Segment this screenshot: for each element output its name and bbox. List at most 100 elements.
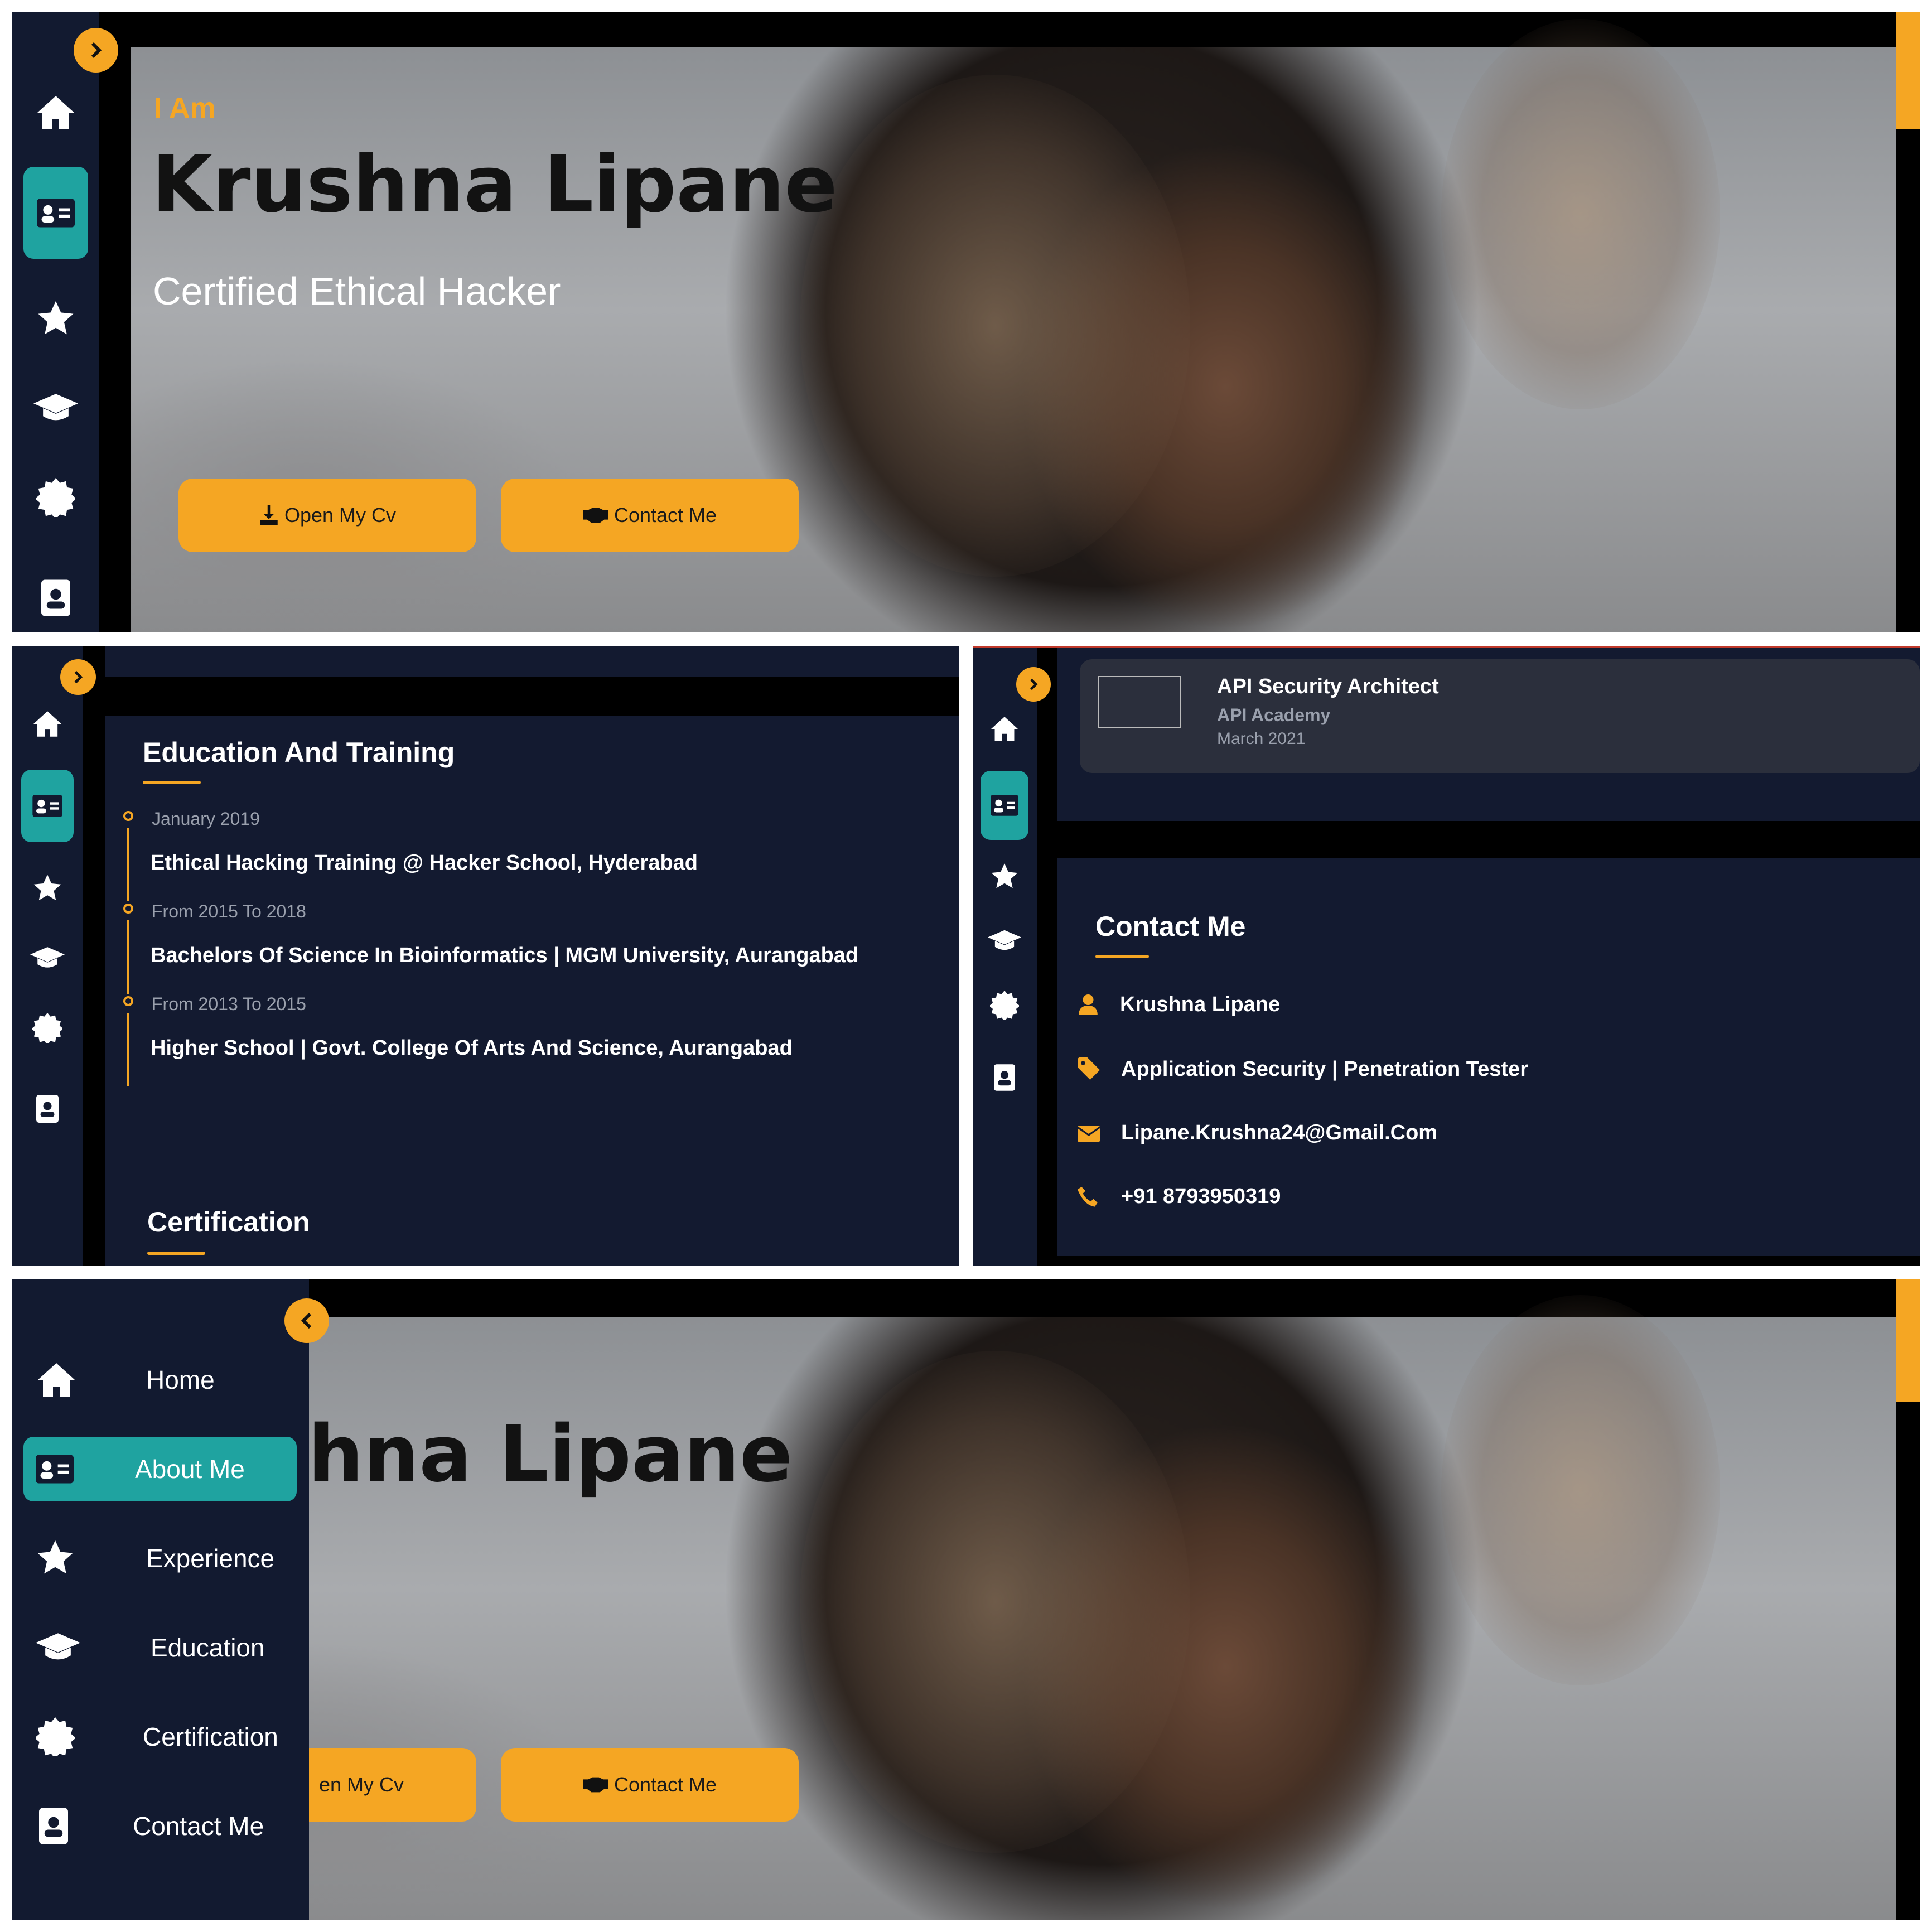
sidebar-item-about[interactable]: [21, 770, 74, 842]
contact-me-button[interactable]: Contact Me: [501, 479, 799, 552]
sidebar-item-experience[interactable]: [23, 291, 88, 347]
user-icon: [1079, 994, 1098, 1015]
sidebar-item-label: Certification: [143, 1722, 278, 1751]
contact-phone[interactable]: +91 8793950319: [1121, 1185, 1281, 1209]
graduation-cap-icon: [36, 1633, 80, 1660]
sidebar-item-certification[interactable]: Certification: [23, 1709, 297, 1765]
title-underline: [147, 1252, 205, 1255]
sidebar-collapsed: [12, 646, 83, 1266]
sidebar-item-contact[interactable]: [21, 1086, 74, 1131]
sidebar-item-experience[interactable]: [21, 866, 74, 911]
id-card-icon: [37, 199, 75, 227]
chevron-right-icon: [74, 670, 83, 684]
timeline-title: Higher School | Govt. College Of Arts An…: [151, 1036, 793, 1060]
contact-name: Krushna Lipane: [1120, 993, 1281, 1016]
id-card-icon: [36, 1455, 74, 1484]
sidebar-collapsed: [973, 648, 1037, 1266]
certification-section: API Security Architect API Academy March…: [1057, 648, 1920, 821]
section-title: Contact Me: [1095, 911, 1246, 942]
section-strip: [105, 646, 959, 677]
sidebar-item-label: Home: [146, 1365, 215, 1394]
certification-issuer: API Academy: [1217, 705, 1331, 725]
sidebar-item-label: About Me: [135, 1455, 245, 1484]
sidebar-item-experience[interactable]: Experience: [23, 1530, 297, 1586]
sidebar-item-home[interactable]: [21, 702, 74, 746]
open-cv-button[interactable]: Open My Cv: [178, 479, 476, 552]
title-underline: [143, 781, 201, 784]
sidebar-item-home[interactable]: Home: [23, 1352, 297, 1408]
id-card-icon: [32, 795, 62, 817]
education-panel: Education And Training January 2019 Ethi…: [12, 646, 959, 1266]
sidebar-item-education[interactable]: [23, 380, 88, 436]
timeline-line: [127, 920, 129, 994]
hero-subtitle: Certified Ethical Hacker: [153, 269, 561, 313]
handshake-icon: [582, 1777, 608, 1793]
sidebar-item-contact[interactable]: Contact Me: [23, 1798, 297, 1854]
hero-name-partial: hna Lipane: [308, 1409, 793, 1500]
sidebar-item-about[interactable]: [981, 771, 1028, 840]
home-icon: [33, 711, 61, 737]
hero-intro: I Am: [154, 92, 216, 124]
contact-role: Application Security | Penetration Teste…: [1121, 1057, 1528, 1081]
sidebar-item-education[interactable]: [981, 919, 1028, 963]
timeline-date: January 2019: [152, 809, 260, 829]
sidebar-expanded: Home About Me Experience Education Certi…: [12, 1279, 309, 1920]
scrollbar-thumb[interactable]: [1896, 1279, 1920, 1402]
certification-card[interactable]: API Security Architect API Academy March…: [1080, 659, 1920, 773]
sidebar-toggle-button[interactable]: [1016, 667, 1051, 702]
graduation-cap-icon: [33, 394, 78, 421]
contact-book-icon: [36, 1095, 59, 1123]
timeline-date: From 2013 To 2015: [152, 994, 306, 1014]
id-card-icon: [991, 795, 1018, 816]
contact-book-icon: [994, 1064, 1015, 1091]
sidebar-item-contact[interactable]: [981, 1055, 1028, 1100]
star-icon: [38, 301, 74, 335]
sidebar-item-certification[interactable]: [23, 470, 88, 525]
certificate-icon: [990, 991, 1019, 1020]
sidebar-item-about[interactable]: About Me: [23, 1437, 297, 1501]
certificate-icon: [36, 478, 75, 517]
download-icon: [260, 505, 278, 525]
sidebar-item-certification[interactable]: [21, 1006, 74, 1050]
sidebar-item-label: Experience: [146, 1544, 275, 1573]
scrollbar-thumb[interactable]: [1896, 12, 1920, 129]
certificate-image: [1098, 676, 1181, 728]
tag-icon: [1078, 1057, 1100, 1080]
sidebar-toggle-button[interactable]: [284, 1298, 329, 1343]
timeline-line: [127, 1013, 129, 1086]
graduation-cap-icon: [30, 947, 65, 968]
sidebar-item-label: Contact Me: [133, 1812, 264, 1841]
education-section: Education And Training January 2019 Ethi…: [105, 716, 959, 1196]
contact-me-button[interactable]: Contact Me: [501, 1748, 799, 1822]
timeline-title: Bachelors Of Science In Bioinformatics |…: [151, 944, 859, 967]
sidebar-item-contact[interactable]: [23, 570, 88, 626]
home-icon: [991, 717, 1018, 741]
certification-section: Certification: [105, 1148, 959, 1266]
sidebar-item-about[interactable]: [23, 167, 88, 259]
contact-panel: API Security Architect API Academy March…: [973, 646, 1920, 1266]
hero-background-photo: [131, 1295, 1896, 1920]
title-underline: [1095, 955, 1149, 958]
sidebar-toggle-button[interactable]: [74, 28, 118, 73]
timeline-line: [127, 828, 129, 901]
section-title: Education And Training: [143, 737, 455, 768]
contact-email[interactable]: Lipane.Krushna24@Gmail.Com: [1121, 1121, 1437, 1145]
section-title: Certification: [147, 1206, 310, 1238]
timeline-dot: [123, 996, 133, 1006]
chevron-right-icon: [91, 42, 102, 59]
graduation-cap-icon: [988, 930, 1021, 950]
sidebar-item-home[interactable]: [23, 85, 88, 141]
sidebar-item-education[interactable]: Education: [23, 1620, 297, 1675]
sidebar-item-education[interactable]: [21, 936, 74, 981]
certification-title: API Security Architect: [1217, 675, 1439, 698]
star-icon: [33, 875, 61, 901]
sidebar-toggle-button[interactable]: [60, 659, 96, 695]
sidebar-item-home[interactable]: [981, 707, 1028, 751]
sidebar-item-experience[interactable]: [981, 854, 1028, 899]
handshake-icon: [582, 508, 608, 523]
hero-name: Krushna Lipane: [152, 139, 838, 230]
contact-section: Contact Me Krushna Lipane Application Se…: [1057, 858, 1920, 1256]
sidebar-item-label: Education: [151, 1633, 265, 1662]
chevron-left-icon: [301, 1312, 312, 1329]
sidebar-item-certification[interactable]: [981, 983, 1028, 1027]
